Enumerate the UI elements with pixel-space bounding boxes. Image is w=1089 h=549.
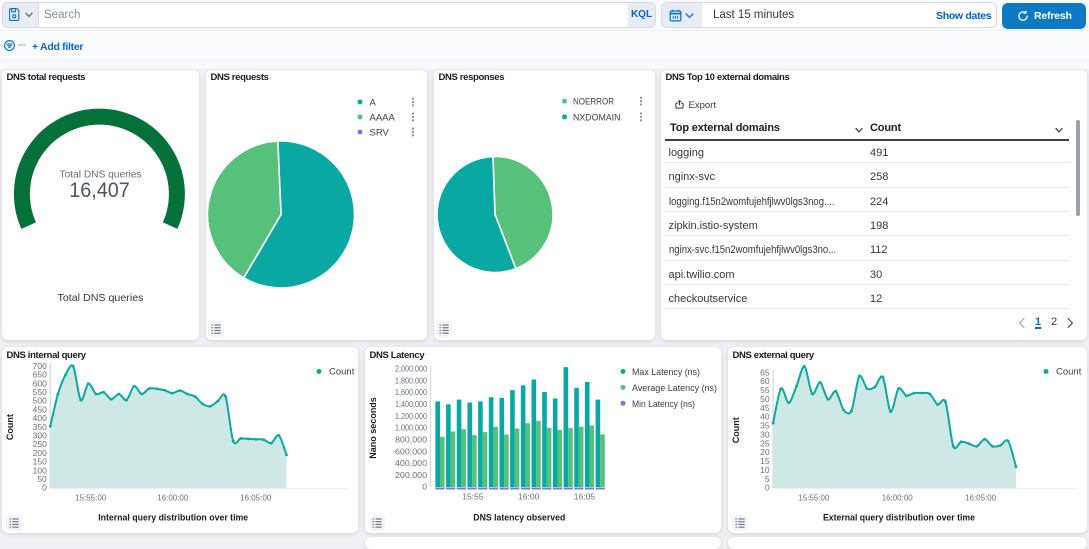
svg-text:16:05:00: 16:05:00: [965, 493, 996, 503]
svg-text:15:55:00: 15:55:00: [798, 493, 829, 503]
svg-text:Nano seconds: Nano seconds: [368, 397, 378, 459]
svg-text:50: 50: [37, 474, 47, 484]
svg-text:16:00:00: 16:00:00: [157, 493, 188, 503]
svg-text:550: 550: [33, 387, 47, 397]
svg-text:450: 450: [33, 404, 47, 414]
svg-text:10: 10: [760, 465, 770, 475]
svg-text:16:00:00: 16:00:00: [882, 493, 913, 503]
svg-text:Count: Count: [1056, 367, 1082, 378]
svg-text:NXDOMAIN: NXDOMAIN: [573, 112, 621, 123]
svg-text:20: 20: [760, 447, 770, 457]
svg-text:500: 500: [33, 396, 47, 406]
svg-text:Count: Count: [329, 367, 355, 378]
svg-text:16:05:00: 16:05:00: [240, 493, 271, 503]
svg-text:50: 50: [760, 394, 770, 404]
svg-text:600: 600: [33, 378, 47, 388]
svg-text:700: 700: [33, 361, 47, 371]
svg-text:400: 400: [33, 413, 47, 423]
svg-text:400,000: 400,000: [395, 458, 427, 468]
svg-text:1,600,000: 1,600,000: [395, 387, 427, 397]
svg-text:5: 5: [765, 474, 770, 484]
svg-text:200: 200: [33, 448, 47, 458]
svg-text:Internal query distribution ov: Internal query distribution over time: [98, 513, 248, 523]
svg-text:16:00: 16:00: [518, 492, 540, 502]
svg-text:External query distribution ov: External query distribution over time: [823, 513, 975, 523]
svg-text:Total DNS queries: Total DNS queries: [58, 292, 144, 304]
svg-text:200,000: 200,000: [395, 470, 427, 480]
svg-text:1,800,000: 1,800,000: [395, 375, 427, 385]
svg-text:A: A: [370, 97, 377, 108]
svg-text:Max Latency (ns): Max Latency (ns): [632, 367, 700, 378]
svg-text:300: 300: [33, 431, 47, 441]
svg-text:NOERROR: NOERROR: [573, 96, 614, 107]
svg-text:0: 0: [42, 483, 47, 493]
svg-text:25: 25: [760, 438, 770, 448]
svg-text:15:55: 15:55: [462, 492, 484, 502]
svg-text:800,000: 800,000: [395, 434, 427, 444]
svg-text:15:55:00: 15:55:00: [75, 493, 106, 503]
svg-text:SRV: SRV: [370, 127, 390, 138]
svg-text:16,407: 16,407: [69, 178, 130, 202]
svg-text:Average Latency (ns): Average Latency (ns): [632, 383, 717, 394]
svg-text:1,200,000: 1,200,000: [395, 411, 427, 421]
svg-text:45: 45: [760, 403, 770, 413]
svg-text:Count: Count: [5, 414, 15, 440]
svg-text:16:05: 16:05: [574, 492, 596, 502]
svg-text:DNS latency observed: DNS latency observed: [473, 513, 565, 523]
svg-text:150: 150: [33, 457, 47, 467]
svg-text:350: 350: [33, 422, 47, 432]
svg-text:15: 15: [760, 456, 770, 466]
svg-text:60: 60: [760, 376, 770, 386]
svg-text:Count: Count: [731, 417, 741, 443]
svg-text:AAAA: AAAA: [370, 112, 396, 123]
svg-text:0: 0: [765, 483, 770, 493]
svg-text:55: 55: [760, 385, 770, 395]
svg-text:65: 65: [760, 367, 770, 377]
svg-text:650: 650: [33, 370, 47, 380]
svg-text:2,000,000: 2,000,000: [395, 364, 427, 374]
svg-text:30: 30: [760, 429, 770, 439]
svg-text:250: 250: [33, 439, 47, 449]
svg-text:1,400,000: 1,400,000: [395, 399, 427, 409]
svg-text:0: 0: [422, 482, 427, 492]
svg-text:600,000: 600,000: [395, 446, 427, 456]
svg-text:100: 100: [33, 465, 47, 475]
svg-text:Min Latency (ns): Min Latency (ns): [632, 399, 695, 410]
svg-text:35: 35: [760, 421, 770, 431]
svg-text:40: 40: [760, 412, 770, 422]
svg-text:1,000,000: 1,000,000: [395, 423, 427, 433]
